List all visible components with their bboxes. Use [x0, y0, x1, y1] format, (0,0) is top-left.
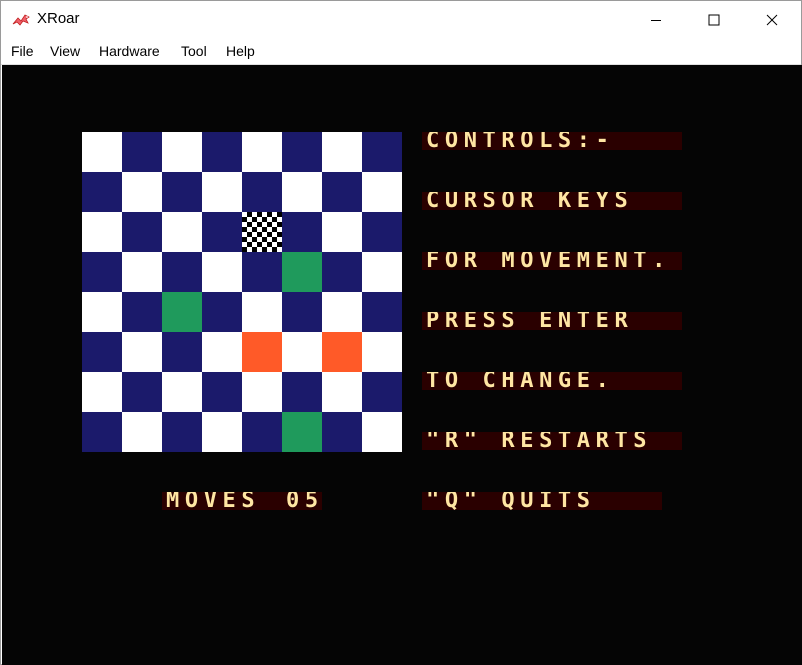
board-cell[interactable] [322, 292, 362, 332]
orange-cell[interactable] [322, 332, 362, 372]
board-cell[interactable] [162, 332, 202, 372]
menu-tool[interactable]: Tool [181, 43, 207, 59]
board-cell[interactable] [122, 292, 162, 332]
board-cell[interactable] [322, 372, 362, 412]
board-cell[interactable] [202, 372, 242, 412]
board-cell[interactable] [162, 252, 202, 292]
menu-view[interactable]: View [50, 43, 80, 59]
board-cell[interactable] [122, 372, 162, 412]
board-cell[interactable] [202, 172, 242, 212]
board-cell[interactable] [162, 132, 202, 172]
orange-cell[interactable] [242, 332, 282, 372]
controls-line: TO CHANGE. [426, 372, 615, 390]
cursor-cell[interactable] [242, 212, 282, 252]
window-title: XRoar [37, 10, 80, 27]
board-cell[interactable] [82, 132, 122, 172]
xroar-dragon-icon [11, 12, 31, 28]
board-cell[interactable] [162, 412, 202, 452]
board-cell[interactable] [242, 252, 282, 292]
board-cell[interactable] [322, 132, 362, 172]
board-cell[interactable] [322, 172, 362, 212]
minimize-icon [651, 20, 661, 21]
board-cell[interactable] [362, 172, 402, 212]
board-cell[interactable] [202, 252, 242, 292]
board-cell[interactable] [202, 132, 242, 172]
board-cell[interactable] [242, 132, 282, 172]
maximize-button[interactable] [685, 1, 743, 39]
board-cell[interactable] [122, 132, 162, 172]
board-cell[interactable] [242, 172, 282, 212]
board-cell[interactable] [322, 212, 362, 252]
moves-label: MOVES [166, 492, 256, 510]
board-cell[interactable] [202, 412, 242, 452]
board-cell[interactable] [362, 292, 402, 332]
minimize-button[interactable] [627, 1, 685, 39]
board-cell[interactable] [322, 252, 362, 292]
xroar-window: XRoar File View Hardware Tool Help CONTR… [0, 0, 802, 665]
title-bar: XRoar [1, 1, 801, 39]
board-cell[interactable] [282, 372, 322, 412]
board-cell[interactable] [202, 212, 242, 252]
board-cell[interactable] [122, 252, 162, 292]
board-cell[interactable] [122, 412, 162, 452]
board-cell[interactable] [82, 252, 122, 292]
board-cell[interactable] [242, 412, 282, 452]
board-cell[interactable] [82, 332, 122, 372]
menu-hardware[interactable]: Hardware [99, 43, 160, 59]
board-cell[interactable] [242, 372, 282, 412]
game-board[interactable] [82, 132, 402, 452]
green-cell[interactable] [282, 252, 322, 292]
menu-file[interactable]: File [11, 43, 34, 59]
board-cell[interactable] [362, 412, 402, 452]
close-button[interactable] [743, 1, 801, 39]
board-cell[interactable] [362, 132, 402, 172]
board-cell[interactable] [122, 212, 162, 252]
green-cell[interactable] [282, 412, 322, 452]
board-cell[interactable] [162, 372, 202, 412]
board-cell[interactable] [122, 332, 162, 372]
board-cell[interactable] [82, 212, 122, 252]
board-cell[interactable] [282, 132, 322, 172]
board-cell[interactable] [362, 252, 402, 292]
board-cell[interactable] [362, 332, 402, 372]
board-cell[interactable] [282, 292, 322, 332]
board-cell[interactable] [162, 212, 202, 252]
controls-line: "Q" QUITS [426, 492, 596, 510]
board-cell[interactable] [322, 412, 362, 452]
board-cell[interactable] [242, 292, 282, 332]
board-cell[interactable] [82, 172, 122, 212]
board-cell[interactable] [162, 172, 202, 212]
board-cell[interactable] [82, 372, 122, 412]
board-cell[interactable] [362, 212, 402, 252]
maximize-icon [708, 14, 720, 26]
board-cell[interactable] [282, 172, 322, 212]
moves-count: 05 [286, 492, 322, 510]
board-cell[interactable] [282, 332, 322, 372]
green-cell[interactable] [162, 292, 202, 332]
controls-line: "R" RESTARTS [426, 432, 653, 450]
board-cell[interactable] [82, 412, 122, 452]
board-cell[interactable] [202, 292, 242, 332]
menu-bar: File View Hardware Tool Help [1, 39, 801, 65]
board-cell[interactable] [362, 372, 402, 412]
controls-line: FOR MOVEMENT. [426, 252, 671, 270]
controls-line: CURSOR KEYS [426, 192, 634, 210]
board-cell[interactable] [202, 332, 242, 372]
board-cell[interactable] [122, 172, 162, 212]
emulator-screen[interactable]: CONTROLS:- CURSOR KEYS FOR MOVEMENT. PRE… [2, 65, 802, 665]
controls-line: PRESS ENTER [426, 312, 634, 330]
board-cell[interactable] [282, 212, 322, 252]
board-cell[interactable] [82, 292, 122, 332]
menu-help[interactable]: Help [226, 43, 255, 59]
controls-heading: CONTROLS:- [426, 132, 615, 150]
close-icon [766, 14, 778, 26]
